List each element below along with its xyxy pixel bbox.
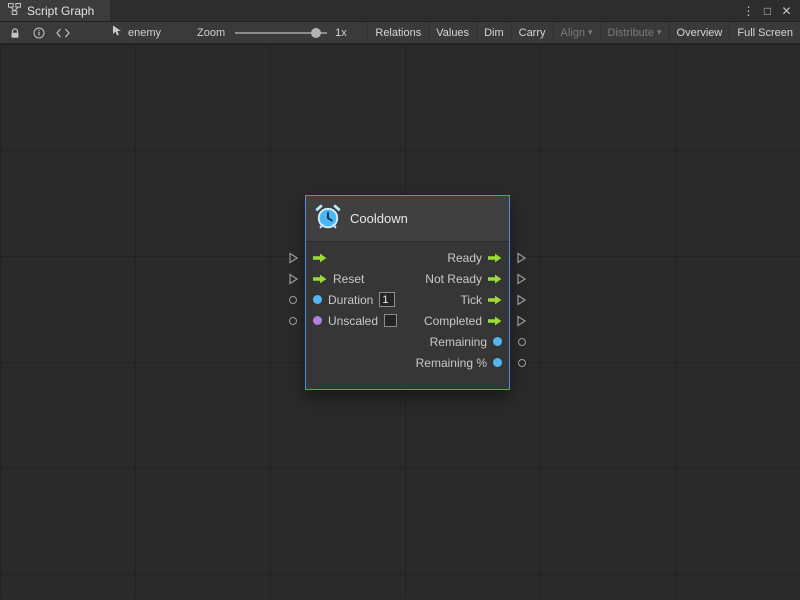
zoom-value: 1x <box>335 27 347 39</box>
distribute-button[interactable]: Distribute ▾ <box>600 22 669 44</box>
port-label-tick: Tick <box>460 293 482 307</box>
tab-title: Script Graph <box>27 4 94 18</box>
port-row: Duration Tick <box>306 289 509 310</box>
window-menu-icon[interactable]: ⋮ <box>740 1 757 21</box>
value-input-connector[interactable] <box>289 317 297 325</box>
value-input-connector[interactable] <box>289 296 297 304</box>
port-label-reset: Reset <box>333 272 364 286</box>
unscaled-checkbox[interactable] <box>384 314 397 327</box>
target-label: enemy <box>128 27 161 39</box>
value-port-icon[interactable] <box>493 337 502 346</box>
flow-output-connector[interactable] <box>517 273 526 284</box>
node-cooldown[interactable]: Cooldown Ready <box>305 195 510 390</box>
overview-button[interactable]: Overview <box>669 22 730 44</box>
flow-output-connector[interactable] <box>517 252 526 263</box>
flow-output-connector[interactable] <box>517 315 526 326</box>
boolean-port-icon[interactable] <box>313 316 322 325</box>
flow-in-port-icon[interactable] <box>313 274 327 284</box>
toolbar-buttons: Relations Values Dim Carry Align ▾ Distr… <box>367 22 800 44</box>
flow-out-port-icon[interactable] <box>488 274 502 284</box>
pointer-icon <box>112 25 123 40</box>
full-screen-button[interactable]: Full Screen <box>729 22 800 44</box>
duration-field[interactable] <box>379 292 395 307</box>
zoom-slider-handle[interactable] <box>311 28 321 38</box>
maximize-icon[interactable]: □ <box>759 1 776 21</box>
chevron-down-icon: ▾ <box>588 27 593 38</box>
graph-canvas[interactable]: Cooldown Ready <box>0 44 800 599</box>
alarm-clock-icon <box>315 204 341 233</box>
port-row: Remaining <box>306 331 509 352</box>
graph-toolbar: enemy Zoom 1x Relations Values Dim Carry… <box>0 22 800 44</box>
node-header[interactable]: Cooldown <box>306 196 509 242</box>
carry-button[interactable]: Carry <box>511 22 553 44</box>
info-icon[interactable] <box>30 22 48 44</box>
flow-in-port-icon[interactable] <box>313 253 327 263</box>
port-row: Ready <box>306 247 509 268</box>
value-output-connector[interactable] <box>518 359 526 367</box>
port-label-remaining-percent: Remaining % <box>416 356 487 370</box>
chevron-down-icon: ▾ <box>657 27 662 38</box>
flow-out-port-icon[interactable] <box>488 253 502 263</box>
zoom-label: Zoom <box>197 27 225 39</box>
lock-icon[interactable] <box>6 22 24 44</box>
code-icon[interactable] <box>54 22 72 44</box>
value-port-icon[interactable] <box>313 295 322 304</box>
value-port-icon[interactable] <box>493 358 502 367</box>
port-label-ready: Ready <box>447 251 482 265</box>
flow-out-port-icon[interactable] <box>488 295 502 305</box>
window-controls: ⋮ □ ✕ <box>740 0 800 21</box>
node-body: Ready Reset <box>306 242 509 389</box>
port-label-completed: Completed <box>424 314 482 328</box>
align-button[interactable]: Align ▾ <box>553 22 600 44</box>
value-output-connector[interactable] <box>518 338 526 346</box>
tab-script-graph[interactable]: Script Graph <box>0 0 110 21</box>
zoom-slider[interactable] <box>235 28 327 38</box>
port-label-remaining: Remaining <box>430 335 487 349</box>
dim-button[interactable]: Dim <box>476 22 511 44</box>
port-label-not-ready: Not Ready <box>425 272 482 286</box>
port-row: Remaining % <box>306 352 509 373</box>
port-label-duration: Duration <box>328 293 373 307</box>
flow-input-connector[interactable] <box>289 252 298 263</box>
values-button[interactable]: Values <box>428 22 476 44</box>
close-icon[interactable]: ✕ <box>778 1 795 21</box>
port-row: Unscaled Completed <box>306 310 509 331</box>
port-label-unscaled: Unscaled <box>328 314 378 328</box>
flow-out-port-icon[interactable] <box>488 316 502 326</box>
script-graph-icon <box>8 3 21 18</box>
port-row: Reset Not Ready <box>306 268 509 289</box>
flow-output-connector[interactable] <box>517 294 526 305</box>
window-titlebar: Script Graph ⋮ □ ✕ <box>0 0 800 22</box>
node-title: Cooldown <box>350 211 408 226</box>
graph-target[interactable]: enemy <box>112 25 161 40</box>
relations-button[interactable]: Relations <box>367 22 428 44</box>
flow-input-connector[interactable] <box>289 273 298 284</box>
